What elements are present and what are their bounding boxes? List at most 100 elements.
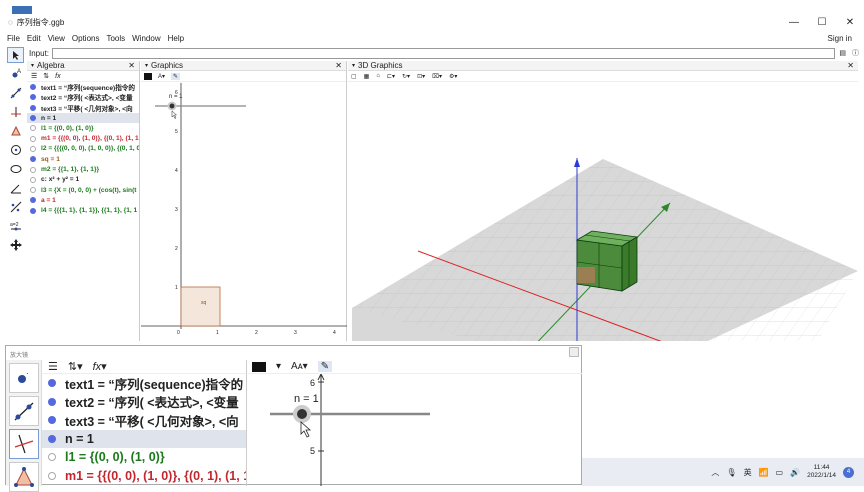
text-style-icon[interactable]: Aᴀ▾ — [291, 361, 308, 372]
polygon-tool-icon[interactable] — [7, 123, 24, 139]
menu-view[interactable]: View — [48, 34, 65, 43]
move-view-tool-icon[interactable] — [7, 237, 24, 253]
menu-edit[interactable]: Edit — [27, 34, 41, 43]
algebra-row[interactable]: l1 = {(0, 0), (1, 0)} — [27, 123, 139, 133]
algebra-row[interactable]: text3 = “平移( <几何对象>, <向 — [27, 103, 139, 113]
algebra-row[interactable]: sq = 1 — [27, 154, 139, 164]
visibility-toggle-icon[interactable] — [30, 166, 36, 173]
algebra-row[interactable]: m1 = {{(0, 0), (1, 0)}, {(0, 1), (1, 1 — [27, 133, 139, 143]
visibility-toggle-icon[interactable] — [30, 156, 36, 163]
perpendicular-tool-icon[interactable] — [9, 429, 39, 459]
toggle-icon[interactable]: ☰ — [48, 360, 58, 373]
visibility-toggle-icon[interactable] — [30, 104, 36, 111]
visibility-toggle-icon[interactable] — [48, 471, 56, 480]
home-icon[interactable]: ⌂ — [376, 73, 380, 79]
magnifier-canvas[interactable]: 6 5 n = 1 — [248, 374, 582, 486]
algebra-row[interactable]: m1 = {{(0, 0), (1, 0)}, {(0, 1), (1, 1 — [42, 467, 246, 486]
algebra-row[interactable]: l1 = {(0, 0), (1, 0)} — [42, 448, 246, 467]
ellipse-tool-icon[interactable] — [7, 161, 24, 177]
visibility-toggle-icon[interactable] — [30, 125, 36, 132]
algebra-row[interactable]: text2 = “序列( <表达式>, <变量 — [42, 393, 246, 412]
visibility-toggle-icon[interactable] — [48, 453, 56, 462]
visibility-toggle-icon[interactable] — [30, 197, 36, 204]
visibility-toggle-icon[interactable] — [30, 94, 36, 101]
algebra-row[interactable]: text1 = “序列(sequence)指令的 — [27, 82, 139, 92]
clock[interactable]: 11:44 2022/1/14 — [807, 464, 836, 480]
algebra-row[interactable]: text2 = “序列( <表达式>, <变量 — [27, 92, 139, 102]
microphone-icon[interactable]: 🎙 — [726, 468, 736, 477]
dropdown-icon[interactable]: ▾ — [276, 361, 281, 372]
algebra-row[interactable]: n = 1 — [42, 429, 246, 448]
square-sq[interactable] — [180, 286, 221, 327]
magnifier-close-button[interactable] — [569, 347, 579, 357]
graphics3d-close-icon[interactable]: ✕ — [847, 61, 854, 70]
cube-stack[interactable] — [575, 230, 639, 292]
visibility-toggle-icon[interactable] — [48, 434, 56, 443]
algebra-row[interactable]: l4 = {{{1, 1}, {1, 1}}, {{1, 1}, {1, 1 — [27, 206, 139, 216]
graphics3d-canvas[interactable] — [348, 83, 858, 341]
algebra-row[interactable]: l2 = {{{(0, 0, 0), (1, 0, 0)}, {(0, 1, 0 — [27, 144, 139, 154]
color-swatch[interactable] — [252, 361, 266, 372]
axes-toggle-icon[interactable]: ▢ — [351, 73, 357, 80]
sort-icon[interactable]: ⇅ — [43, 72, 49, 80]
graphics-canvas[interactable]: 01234 123456 sq n = 1 — [141, 83, 347, 341]
visibility-toggle-icon[interactable] — [30, 145, 36, 152]
pin-icon[interactable]: ✎ — [317, 361, 333, 372]
visibility-toggle-icon[interactable] — [30, 187, 36, 194]
settings-icon[interactable]: ⚙▾ — [449, 73, 457, 80]
menu-window[interactable]: Window — [132, 34, 160, 43]
maximize-button[interactable]: ☐ — [808, 14, 836, 31]
move-tool-icon[interactable] — [7, 47, 24, 63]
chevron-up-icon[interactable]: ︿ — [711, 467, 719, 478]
visibility-toggle-icon[interactable] — [30, 135, 36, 142]
input-help-icon[interactable]: ⓘ — [852, 48, 859, 58]
slider-knob[interactable] — [297, 409, 307, 419]
visibility-toggle-icon[interactable] — [30, 84, 36, 91]
wifi-icon[interactable]: 📶 — [759, 468, 769, 477]
slider-knob[interactable] — [169, 103, 175, 109]
fx-icon[interactable]: fx — [55, 73, 60, 80]
algebra-row[interactable]: text1 = “序列(sequence)指令的 — [42, 374, 246, 393]
visibility-toggle-icon[interactable] — [30, 176, 36, 183]
close-button[interactable]: ✕ — [836, 14, 864, 31]
graphics-close-icon[interactable]: ✕ — [335, 61, 342, 70]
pin-icon[interactable]: ✎ — [171, 72, 181, 80]
point-tool-icon[interactable]: · — [9, 363, 39, 393]
perpendicular-tool-icon[interactable] — [7, 104, 24, 120]
collapse-icon[interactable]: ▾ — [145, 62, 148, 69]
algebra-row[interactable]: l3 = {X = (0, 0, 0) + (cos(t), sin(t — [27, 185, 139, 195]
algebra-row[interactable]: c: x² + y² = 1 — [27, 175, 139, 185]
input-keyboard-icon[interactable]: ▤ — [839, 49, 846, 57]
visibility-toggle-icon[interactable] — [48, 397, 56, 406]
menu-help[interactable]: Help — [168, 34, 184, 43]
grid-toggle-icon[interactable]: ▦ — [364, 73, 370, 80]
algebra-row[interactable]: n = 1 — [27, 112, 139, 124]
fx-icon[interactable]: fx▾ — [93, 360, 107, 373]
toggle-icon[interactable]: ☰ — [31, 72, 37, 80]
menu-tools[interactable]: Tools — [106, 34, 125, 43]
input-field[interactable] — [52, 47, 836, 59]
reflect-tool-icon[interactable] — [7, 199, 24, 215]
menu-file[interactable]: File — [7, 34, 20, 43]
algebra-row[interactable]: text3 = “平移( <几何对象>, <向 — [42, 411, 246, 430]
battery-icon[interactable]: ▭ — [776, 468, 784, 477]
menu-options[interactable]: Options — [72, 34, 100, 43]
text-style-icon[interactable]: A▾ — [158, 73, 165, 80]
volume-icon[interactable]: 🔊 — [790, 468, 800, 477]
algebra-close-icon[interactable]: ✕ — [128, 61, 135, 70]
visibility-toggle-icon[interactable] — [48, 416, 56, 425]
visibility-toggle-icon[interactable] — [48, 379, 56, 388]
sign-in-link[interactable]: Sign in — [828, 34, 852, 43]
slider-tool-icon[interactable]: a=2 — [7, 218, 24, 234]
algebra-row[interactable]: m2 = {{1, 1}, {1, 1}} — [27, 164, 139, 174]
line-tool-icon[interactable] — [9, 396, 39, 426]
plane-icon[interactable]: ⊏▾ — [387, 73, 395, 80]
visibility-toggle-icon[interactable] — [30, 115, 36, 122]
collapse-icon[interactable]: ▾ — [31, 62, 34, 69]
color-swatch[interactable] — [144, 72, 152, 80]
notification-badge[interactable]: 4 — [843, 466, 854, 478]
algebra-row[interactable]: a = 1 — [27, 195, 139, 205]
polygon-tool-icon[interactable] — [9, 462, 39, 492]
circle-tool-icon[interactable] — [7, 142, 24, 158]
projection-icon[interactable]: ⌧▾ — [432, 73, 442, 80]
